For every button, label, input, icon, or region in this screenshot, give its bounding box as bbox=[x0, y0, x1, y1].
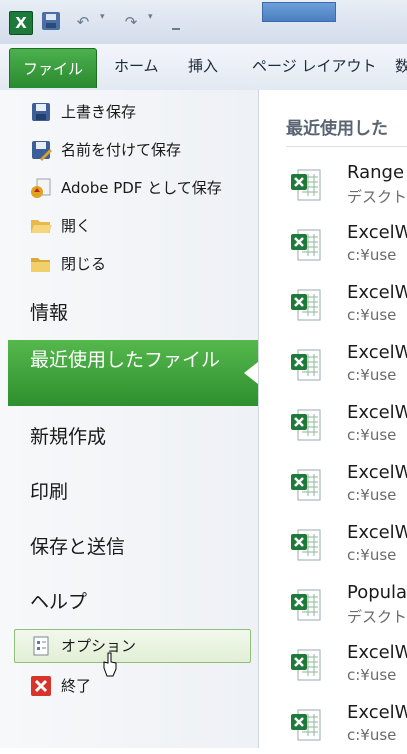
undo-icon[interactable]: ↶ bbox=[72, 11, 94, 33]
recent-document-item[interactable]: ExcelW c:¥use bbox=[280, 338, 407, 394]
undo-dropdown-icon[interactable]: ▾ bbox=[100, 12, 105, 22]
save-icon[interactable] bbox=[42, 12, 60, 30]
recent-document-item[interactable]: ExcelW c:¥use bbox=[280, 458, 407, 514]
excel-logo-icon[interactable]: X bbox=[9, 11, 33, 35]
nav-new[interactable]: 新規作成 bbox=[30, 422, 106, 449]
divider bbox=[286, 146, 407, 147]
tab-file[interactable]: ファイル bbox=[9, 48, 97, 88]
recent-document-path: デスクト bbox=[347, 188, 407, 206]
exit-icon bbox=[31, 676, 51, 696]
nav-print[interactable]: 印刷 bbox=[30, 477, 68, 504]
recent-document-name: ExcelW bbox=[347, 522, 407, 543]
recent-document-name: ExcelW bbox=[347, 222, 407, 243]
close-folder-icon bbox=[31, 258, 50, 272]
tab-page-layout[interactable]: ページ レイアウト bbox=[252, 54, 376, 78]
title-bar: X ↶ ▾ ↷ ▾ bbox=[0, 0, 407, 44]
recent-document-path: デスクト bbox=[347, 608, 407, 626]
close-label: 閉じる bbox=[61, 255, 107, 273]
excel-file-icon bbox=[291, 529, 321, 561]
save-label: 上書き保存 bbox=[61, 103, 137, 121]
tab-home[interactable]: ホーム bbox=[114, 54, 159, 78]
options-icon bbox=[33, 636, 49, 656]
recent-document-path: c:¥use bbox=[347, 666, 397, 684]
recent-document-path: c:¥use bbox=[347, 306, 397, 324]
recent-document-path: c:¥use bbox=[347, 726, 397, 744]
recent-document-name: Range bbox=[347, 162, 405, 183]
recent-document-item[interactable]: Popula デスクト bbox=[280, 578, 407, 634]
recent-document-name: ExcelW bbox=[347, 642, 407, 663]
excel-file-icon bbox=[291, 349, 321, 381]
excel-file-icon bbox=[291, 709, 321, 741]
recent-document-path: c:¥use bbox=[347, 426, 397, 444]
nav-save-send[interactable]: 保存と送信 bbox=[30, 532, 125, 559]
excel-file-icon bbox=[291, 169, 321, 201]
recent-document-item[interactable]: ExcelW c:¥use bbox=[280, 278, 407, 334]
window-title-area bbox=[262, 2, 336, 22]
excel-file-icon bbox=[291, 289, 321, 321]
recent-document-path: c:¥use bbox=[347, 366, 397, 384]
recent-document-name: ExcelW bbox=[347, 342, 407, 363]
customize-icon[interactable] bbox=[172, 16, 180, 30]
nav-recent-label: 最近使用したファイル bbox=[30, 349, 221, 371]
recent-document-path: c:¥use bbox=[347, 246, 397, 264]
recent-document-name: ExcelW bbox=[347, 462, 407, 483]
nav-help[interactable]: ヘルプ bbox=[30, 587, 87, 614]
mouse-cursor-icon bbox=[103, 652, 117, 677]
options-label: オプション bbox=[61, 637, 137, 655]
recent-document-name: ExcelW bbox=[347, 402, 407, 423]
recent-document-name: Popula bbox=[347, 582, 407, 603]
tab-formulas[interactable]: 数 bbox=[395, 54, 407, 78]
recent-document-item[interactable]: ExcelW c:¥use bbox=[280, 398, 407, 454]
recent-document-item[interactable]: Range デスクト bbox=[280, 158, 407, 214]
open-folder-icon bbox=[31, 220, 52, 233]
recent-files-title: 最近使用した bbox=[286, 119, 388, 139]
recent-document-path: c:¥use bbox=[347, 546, 397, 564]
excel-file-icon bbox=[291, 229, 321, 261]
recent-document-item[interactable]: ExcelW c:¥use bbox=[280, 638, 407, 694]
recent-document-name: ExcelW bbox=[347, 702, 407, 723]
recent-document-path: c:¥use bbox=[347, 486, 397, 504]
save-icon bbox=[32, 103, 50, 121]
exit-label: 終了 bbox=[61, 677, 92, 695]
adobe-pdf-label: Adobe PDF として保存 bbox=[61, 179, 222, 197]
recent-document-item[interactable]: ExcelW c:¥use bbox=[280, 218, 407, 274]
recent-document-item[interactable]: ExcelW c:¥use bbox=[280, 698, 407, 754]
excel-file-icon bbox=[291, 409, 321, 441]
excel-file-icon bbox=[291, 469, 321, 501]
nav-info[interactable]: 情報 bbox=[30, 298, 68, 325]
recent-document-item[interactable]: ExcelW c:¥use bbox=[280, 518, 407, 574]
excel-file-icon bbox=[291, 649, 321, 681]
recent-document-name: ExcelW bbox=[347, 282, 407, 303]
excel-file-icon bbox=[291, 589, 321, 621]
nav-recent-selected[interactable]: 最近使用したファイル bbox=[8, 340, 258, 406]
adobe-pdf-icon bbox=[31, 178, 51, 198]
tab-insert[interactable]: 挿入 bbox=[188, 54, 218, 78]
open-label: 開く bbox=[61, 217, 92, 235]
save-as-icon bbox=[32, 141, 52, 161]
save-as-label: 名前を付けて保存 bbox=[61, 141, 182, 159]
redo-dropdown-icon[interactable]: ▾ bbox=[148, 12, 153, 22]
redo-icon[interactable]: ↷ bbox=[120, 11, 142, 33]
